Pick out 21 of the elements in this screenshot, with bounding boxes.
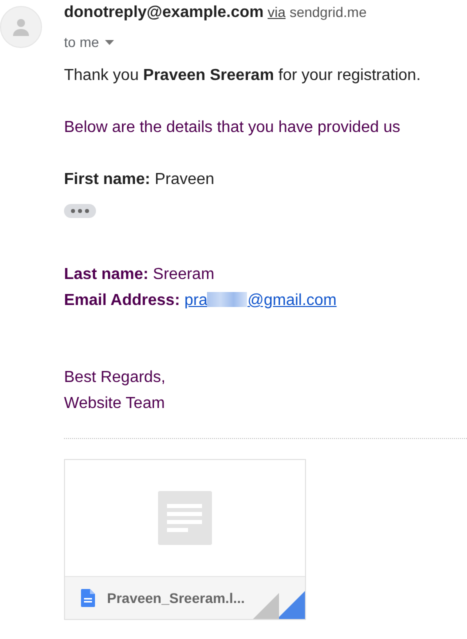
via-link[interactable]: via <box>268 4 286 20</box>
signature-line: Best Regards, <box>64 368 166 388</box>
sender-domain: sendgrid.me <box>290 4 367 20</box>
first-name-line: First name: Praveen <box>64 170 216 190</box>
field-label: Email Address: <box>64 292 180 309</box>
intro-text: Below are the details that you have provided us <box>64 118 402 138</box>
document-icon <box>81 589 95 607</box>
greeting-text: Thank you Praveen Sreeram for your registration. <box>64 66 422 86</box>
show-trimmed-button[interactable] <box>64 204 96 218</box>
person-icon <box>12 18 30 36</box>
email-link[interactable]: pra @gmail.com <box>184 292 337 309</box>
page-curl-icon <box>253 591 305 619</box>
attachment-card[interactable]: Praveen_Sreeram.l... <box>64 459 306 620</box>
ellipsis-icon <box>71 209 89 213</box>
caret-icon <box>105 40 114 44</box>
sender-address: donotreply@example.com <box>64 4 264 22</box>
signature-line: Website Team <box>64 394 166 414</box>
attachment-filename: Praveen_Sreeram.l... <box>107 590 245 606</box>
last-name-line: Last name: Sreeram <box>64 265 216 285</box>
document-preview-icon <box>158 491 212 545</box>
recipient-dropdown[interactable]: to me <box>64 34 114 50</box>
